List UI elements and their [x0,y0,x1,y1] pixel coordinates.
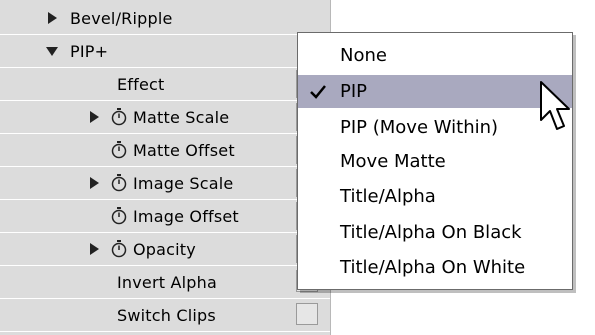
param-row-matte-scale[interactable]: Matte Scale [0,101,330,134]
menu-item-move-matte[interactable]: Move Matte [298,145,572,178]
effect-label: Bevel/Ripple [70,9,173,28]
menu-item-pip[interactable]: PIP [298,75,572,108]
stopwatch-icon[interactable] [111,174,127,192]
menu-item-label: None [340,45,387,66]
expand-triangle-icon[interactable] [90,111,99,123]
stopwatch-icon[interactable] [111,108,127,126]
menu-item-label: Title/Alpha On Black [340,222,522,243]
menu-item-label: PIP (Move Within) [340,117,499,138]
param-label: Opacity [133,240,196,259]
param-row-invert-alpha[interactable]: Invert Alpha [0,266,330,299]
menu-item-label: Title/Alpha On White [340,257,526,278]
param-row-switch-clips[interactable]: Switch Clips [0,299,330,332]
expand-triangle-icon[interactable] [90,243,99,255]
param-row-matte-offset[interactable]: Matte Offset [0,134,330,167]
arrow-cursor-icon [540,81,570,130]
menu-item-none[interactable]: None [298,39,572,72]
effect-controls-panel: Bevel/Ripple PIP+ Effect Matte Scale Mat… [0,0,331,335]
stopwatch-icon[interactable] [111,207,127,225]
param-row-opacity[interactable]: Opacity [0,233,330,266]
menu-item-pip-move-within[interactable]: PIP (Move Within) [298,111,572,144]
effect-dropdown-menu[interactable]: None PIP PIP (Move Within) Move Matte Ti… [297,32,573,290]
switch-clips-checkbox[interactable] [296,303,318,325]
menu-item-title-alpha-on-white[interactable]: Title/Alpha On White [298,251,572,284]
effect-row-bevel-ripple[interactable]: Bevel/Ripple [0,2,330,35]
menu-item-label: Title/Alpha [340,186,436,207]
menu-item-label: Move Matte [340,151,446,172]
stopwatch-icon[interactable] [111,240,127,258]
menu-item-label: PIP [340,81,368,102]
expand-triangle-icon[interactable] [48,12,57,24]
param-label: Matte Offset [133,141,235,160]
param-label: Invert Alpha [117,273,218,292]
param-row-image-offset[interactable]: Image Offset [0,200,330,233]
effect-row-pip-plus[interactable]: PIP+ [0,35,330,68]
param-row-image-scale[interactable]: Image Scale [0,167,330,200]
menu-item-title-alpha-on-black[interactable]: Title/Alpha On Black [298,216,572,249]
param-label: Image Offset [133,207,239,226]
param-label: Matte Scale [133,108,230,127]
effect-label: PIP+ [70,42,109,61]
param-row-effect[interactable]: Effect [0,68,330,101]
param-label: Effect [117,75,165,94]
menu-item-title-alpha[interactable]: Title/Alpha [298,180,572,213]
collapse-triangle-icon[interactable] [46,47,58,56]
expand-triangle-icon[interactable] [90,177,99,189]
param-label: Image Scale [133,174,234,193]
checkmark-icon [310,85,326,99]
stopwatch-icon[interactable] [111,141,127,159]
param-label: Switch Clips [117,306,216,325]
